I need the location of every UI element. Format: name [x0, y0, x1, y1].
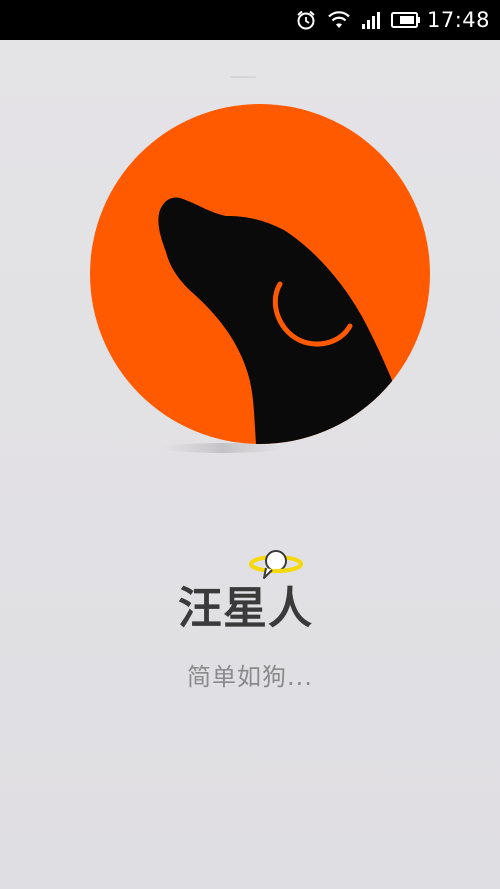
wifi-icon — [327, 10, 351, 30]
app-logo — [88, 104, 434, 464]
dog-head-icon — [90, 104, 430, 453]
status-bar: 17:48 — [0, 0, 500, 40]
battery-icon — [390, 11, 421, 29]
signal-icon — [361, 10, 381, 30]
alarm-icon — [295, 9, 317, 31]
tagline: 简单如狗... — [187, 663, 313, 691]
app-name: 汪星人 — [178, 583, 313, 634]
splash-screen: 汪星人 简单如狗... — [0, 40, 500, 889]
decorative-divider — [230, 76, 256, 78]
brand-lockup: 汪星人 — [170, 548, 330, 634]
status-time: 17:48 — [426, 8, 490, 32]
